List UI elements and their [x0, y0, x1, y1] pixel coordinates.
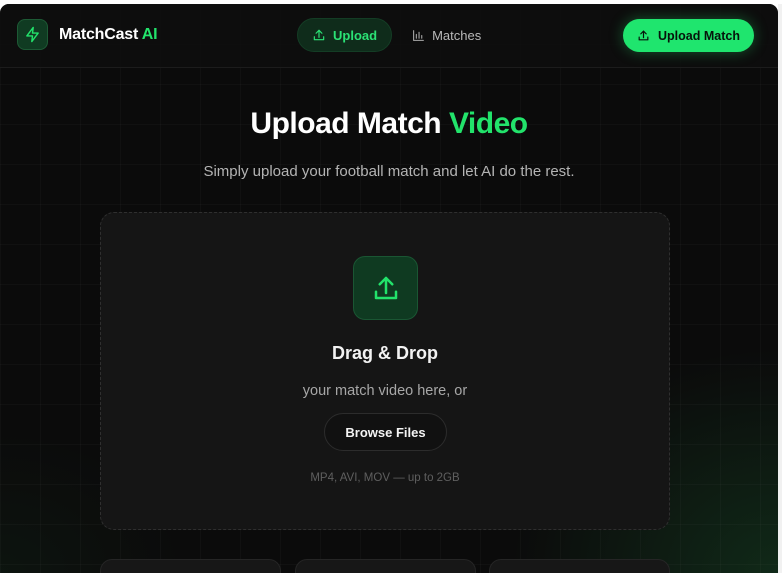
- brand-logo[interactable]: MatchCast AI: [17, 19, 158, 50]
- app-window: MatchCast AI Upload Matches Upload Match: [0, 4, 778, 573]
- brand-name-accent: AI: [141, 25, 158, 43]
- file-drop-zone[interactable]: Drag & Drop your match video here, or Br…: [100, 212, 670, 530]
- upload-match-button[interactable]: Upload Match: [623, 19, 754, 52]
- page-title-main: Upload Match: [250, 107, 442, 140]
- brand-name-main: MatchCast: [59, 25, 139, 43]
- drop-zone-title: Drag & Drop: [331, 343, 438, 363]
- nav-item-label: Upload: [333, 27, 378, 43]
- top-nav-bar: MatchCast AI Upload Matches Upload Match: [0, 4, 778, 68]
- upload-icon: [353, 256, 418, 320]
- upload-match-button-label: Upload Match: [658, 28, 740, 43]
- main-nav: Upload Matches: [297, 18, 495, 52]
- bar-chart-icon: [413, 29, 424, 41]
- upload-icon: [638, 30, 649, 41]
- feature-card: [489, 559, 670, 573]
- page-subtitle: Simply upload your football match and le…: [203, 163, 575, 180]
- supported-formats-hint: MP4, AVI, MOV — up to 2GB: [310, 472, 460, 484]
- drop-zone-subtitle: your match video here, or: [302, 383, 468, 399]
- browse-files-button[interactable]: Browse Files: [324, 413, 447, 451]
- upload-icon: [313, 29, 325, 41]
- page-title: Upload Match Video: [0, 107, 778, 141]
- brand-name: MatchCast AI: [59, 25, 158, 44]
- nav-item-matches[interactable]: Matches: [398, 18, 495, 52]
- page-title-accent: Video: [448, 107, 528, 140]
- feature-card: [295, 559, 476, 573]
- nav-item-upload[interactable]: Upload: [297, 18, 393, 52]
- feature-card: [100, 559, 281, 573]
- bolt-icon: [17, 19, 48, 50]
- scrollbar[interactable]: [778, 4, 782, 573]
- nav-item-label: Matches: [432, 27, 482, 43]
